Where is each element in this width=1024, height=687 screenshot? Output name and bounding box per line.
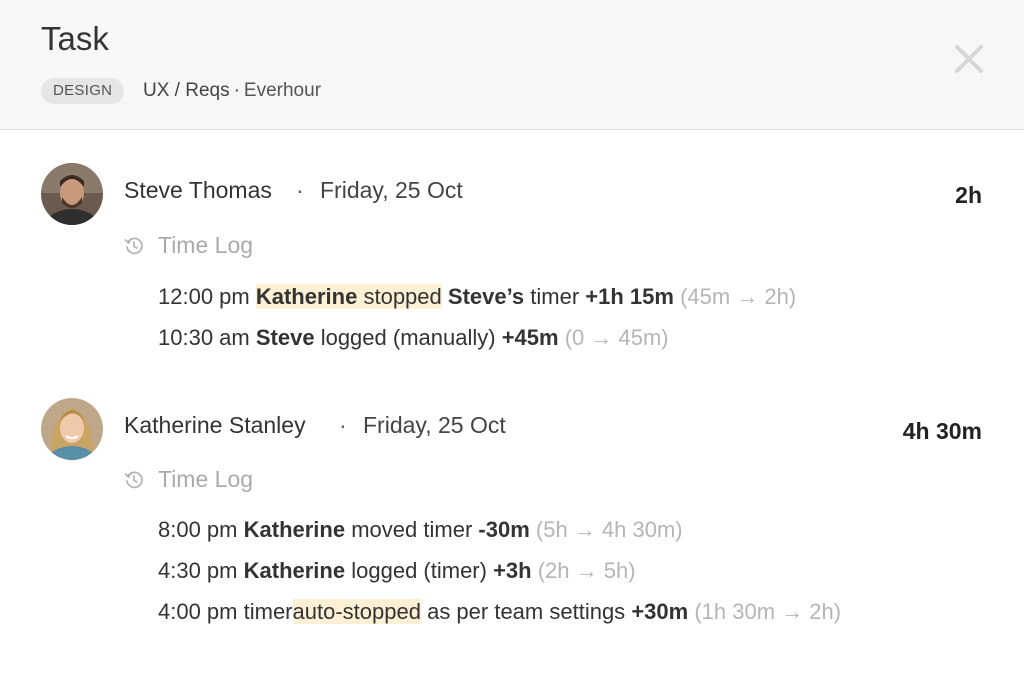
log-action: moved timer <box>351 517 473 542</box>
log-range: (0 → 45m) <box>564 325 669 350</box>
log-line: 12:00 pm Katherine stopped Steve’s timer… <box>158 284 796 310</box>
time-log-label: Time Log <box>158 232 254 258</box>
log-time: 10:30 am <box>158 325 250 350</box>
page-title: Task <box>41 20 109 57</box>
design-tag[interactable]: DESIGN <box>41 78 125 104</box>
user-name[interactable]: Steve Thomas <box>124 177 272 204</box>
log-delta: +1h 15m <box>585 284 674 309</box>
log-range: (45m → 2h) <box>680 284 797 309</box>
log-delta: -30m <box>478 517 530 542</box>
log-actor: Steve <box>255 325 315 350</box>
log-delta: +45m <box>501 325 559 350</box>
log-time: 4:00 pm <box>158 599 238 624</box>
log-range: (5h → 4h 30m) <box>535 517 683 542</box>
avatar <box>41 398 103 460</box>
time-log-section: Time Log <box>124 232 253 259</box>
log-line: 8:00 pm Katherine moved timer -30m (5h →… <box>158 517 683 543</box>
close-icon <box>955 45 983 73</box>
history-icon <box>124 237 143 254</box>
breadcrumb-project[interactable]: Everhour <box>244 80 321 101</box>
time-log-label: Time Log <box>158 466 254 492</box>
close-button[interactable] <box>948 38 990 80</box>
breadcrumb-separator: · <box>233 80 240 101</box>
time-log-section: Time Log <box>124 466 253 493</box>
log-actor: Katherine <box>255 284 358 309</box>
log-line: 10:30 am Steve logged (manually) +45m (0… <box>158 325 669 351</box>
entry-total-time: 2h <box>955 182 982 208</box>
log-time: 12:00 pm <box>158 284 250 309</box>
log-action: stopped <box>363 284 442 309</box>
log-line: 4:30 pm Katherine logged (timer) +3h (2h… <box>158 558 636 584</box>
breadcrumb-path[interactable]: UX / Reqs <box>143 80 230 101</box>
log-pre: timer <box>243 599 293 624</box>
log-highlight: auto-stopped <box>292 599 421 624</box>
log-highlight: Katherine stopped <box>255 284 442 309</box>
log-action: logged (manually) <box>320 325 496 350</box>
log-time: 8:00 pm <box>158 517 238 542</box>
user-name[interactable]: Katherine Stanley <box>124 412 306 439</box>
history-icon <box>124 471 143 488</box>
log-subject: Steve’s <box>447 284 525 309</box>
avatar <box>41 163 103 225</box>
log-delta: +30m <box>631 599 689 624</box>
breadcrumb: UX / Reqs · Everhour <box>143 80 321 102</box>
log-actor: Katherine <box>243 517 346 542</box>
avatar-image <box>41 163 103 225</box>
log-actor: Katherine <box>243 558 346 583</box>
entry-date: Friday, 25 Oct <box>320 177 463 203</box>
log-line: 4:00 pm timerauto-stopped as per team se… <box>158 599 841 625</box>
log-delta: +3h <box>493 558 532 583</box>
log-action: logged (timer) <box>351 558 487 583</box>
task-header: Task DESIGN UX / Reqs · Everhour <box>0 0 1024 130</box>
separator-dot: · <box>296 177 304 203</box>
avatar-image <box>41 398 103 460</box>
log-rest: as per team settings <box>427 599 626 624</box>
entry-date: Friday, 25 Oct <box>363 412 506 438</box>
log-range: (2h → 5h) <box>537 558 636 583</box>
log-time: 4:30 pm <box>158 558 238 583</box>
separator-dot: · <box>339 412 347 438</box>
log-rest: timer <box>530 284 580 309</box>
log-range: (1h 30m → 2h) <box>694 599 842 624</box>
entry-total-time: 4h 30m <box>902 418 982 444</box>
